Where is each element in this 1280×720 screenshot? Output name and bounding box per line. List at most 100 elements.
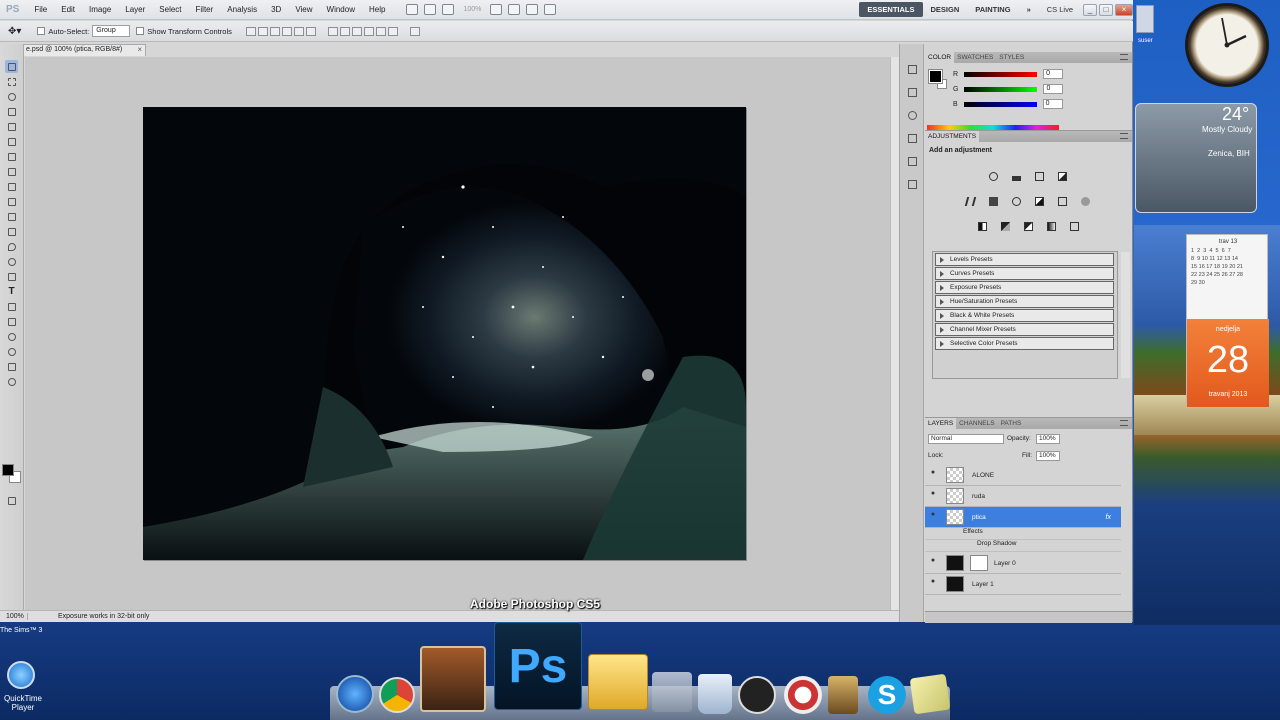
auto-select-dropdown[interactable]: Group [92,25,131,37]
photo-filter-icon[interactable] [1055,194,1069,208]
eye-icon[interactable]: ● [927,490,939,502]
history-brush-tool-icon[interactable] [5,195,18,208]
preset-exposure[interactable]: Exposure Presets [935,281,1114,294]
channel-mixer-icon[interactable] [1078,194,1092,208]
menu-image[interactable]: Image [82,5,118,14]
close-button[interactable]: × [1115,3,1133,16]
distribute-left-icon[interactable] [363,26,374,36]
quicktime-label[interactable]: QuickTime Player [2,694,44,712]
calendar-days-grid[interactable]: 1 2 3 4 5 6 7 8 9 10 11 12 13 14 15 16 1… [1191,247,1265,287]
effects-row[interactable]: Effects [925,528,1121,540]
blue-slider[interactable] [963,101,1037,107]
photoshop-icon[interactable]: Ps [494,622,582,710]
screen-mode-icon[interactable] [544,4,557,15]
game-icon[interactable] [652,672,692,712]
tab-adjustments[interactable]: ADJUSTMENTS [925,131,980,142]
lasso-tool-icon[interactable] [5,90,18,103]
rotate-view-icon[interactable] [508,4,521,15]
menu-filter[interactable]: Filter [189,5,221,14]
pen-tool-icon[interactable] [5,270,18,283]
layers-footer-buttons[interactable] [925,611,1132,623]
red-slider[interactable] [964,71,1038,77]
distribute-vcenter-icon[interactable] [339,26,350,36]
green-value-field[interactable]: 0 [1043,84,1064,94]
invert-icon[interactable] [975,219,989,233]
menu-3d[interactable]: 3D [264,5,288,14]
clone-stamp-tool-icon[interactable] [5,180,18,193]
menu-view[interactable]: View [288,5,319,14]
notes-icon[interactable] [909,673,951,715]
brush-icon[interactable] [905,154,919,168]
vibrance-icon[interactable] [963,194,977,208]
path-selection-tool-icon[interactable] [5,300,18,313]
align-top-icon[interactable] [245,26,256,36]
align-left-icon[interactable] [281,26,292,36]
preset-curves[interactable]: Curves Presets [935,267,1114,280]
menu-edit[interactable]: Edit [54,5,82,14]
workspace-essentials[interactable]: ESSENTIALS [859,2,923,17]
drop-shadow-row[interactable]: Drop Shadow [925,540,1121,552]
hand-tool-icon[interactable] [490,4,503,15]
selective-color-icon[interactable] [1067,219,1081,233]
explorer-folder-icon[interactable] [588,654,648,710]
layer-row-alone[interactable]: ● ALONE [925,465,1121,486]
status-zoom[interactable]: 100% [0,613,28,620]
distribute-bottom-icon[interactable] [351,26,362,36]
brightness-contrast-icon[interactable] [986,169,1000,183]
exposure-icon[interactable] [1055,169,1069,183]
align-hcenter-icon[interactable] [293,26,304,36]
threshold-icon[interactable] [1021,219,1035,233]
gradient-map-icon[interactable] [1044,219,1058,233]
workspace-painting[interactable]: PAINTING [967,2,1018,17]
color-balance-icon[interactable] [1009,194,1023,208]
auto-select-checkbox[interactable] [37,27,46,35]
dodge-tool-icon[interactable] [5,255,18,268]
mini-bridge-icon[interactable] [905,62,919,76]
menu-layer[interactable]: Layer [118,5,152,14]
preset-levels[interactable]: Levels Presets [935,253,1114,266]
user-folder-label[interactable]: suser [1138,38,1153,44]
calendar-gadget[interactable]: trav 13 1 2 3 4 5 6 7 8 9 10 11 12 13 14… [1186,234,1269,408]
levels-icon[interactable] [1009,169,1023,183]
document-tab[interactable]: e.psd @ 100% (ptica, RGB/8#) × [22,44,146,56]
blend-mode-dropdown[interactable]: Normal [928,434,1004,444]
3d-rotate-tool-icon[interactable] [5,330,18,343]
gradient-tool-icon[interactable] [5,225,18,238]
layer-row-ptica[interactable]: ● ptica fx [925,507,1121,528]
hand-tool-icon[interactable] [5,360,18,373]
quick-mask-icon[interactable] [5,494,18,507]
sims-shortcut-label[interactable]: The Sims™ 3 [0,627,42,634]
panel-menu-icon[interactable] [1120,54,1128,60]
healing-brush-tool-icon[interactable] [5,150,18,163]
black-white-icon[interactable] [1032,194,1046,208]
panel-menu-icon[interactable] [1120,420,1128,426]
mini-bridge-icon[interactable] [424,4,437,15]
maximize-button[interactable]: □ [1099,3,1113,16]
arrange-documents-icon[interactable] [526,4,539,15]
move-tool-preset-icon[interactable]: ✥▾ [8,26,21,37]
preset-selective-color[interactable]: Selective Color Presets [935,337,1114,350]
posterize-icon[interactable] [998,219,1012,233]
align-vcenter-icon[interactable] [257,26,268,36]
eye-icon[interactable]: ● [927,511,939,523]
minimize-button[interactable]: _ [1083,3,1097,16]
layer-row-ruda[interactable]: ● ruda [925,486,1121,507]
canvas-scrollbar[interactable] [890,57,899,610]
preset-black-white[interactable]: Black & White Presets [935,309,1114,322]
counter-strike-icon[interactable] [738,676,776,714]
tab-channels[interactable]: CHANNELS [956,418,997,429]
foreground-background-colors[interactable] [2,464,22,484]
eye-icon[interactable]: ● [927,557,939,569]
red-value-field[interactable]: 0 [1043,69,1064,79]
zoom-tool-icon[interactable] [5,375,18,388]
clock-gadget[interactable] [1185,3,1269,87]
hue-saturation-icon[interactable] [986,194,1000,208]
tab-styles[interactable]: STYLES [996,52,1027,63]
show-transform-checkbox[interactable] [136,27,145,35]
brush-tool-icon[interactable] [5,165,18,178]
tab-color[interactable]: COLOR [925,52,955,63]
curves-icon[interactable] [1032,169,1046,183]
layer-row-layer0[interactable]: ● Layer 0 [925,553,1121,574]
layer-mask-thumbnail[interactable] [970,555,988,571]
tab-layers[interactable]: LAYERS [925,418,957,429]
